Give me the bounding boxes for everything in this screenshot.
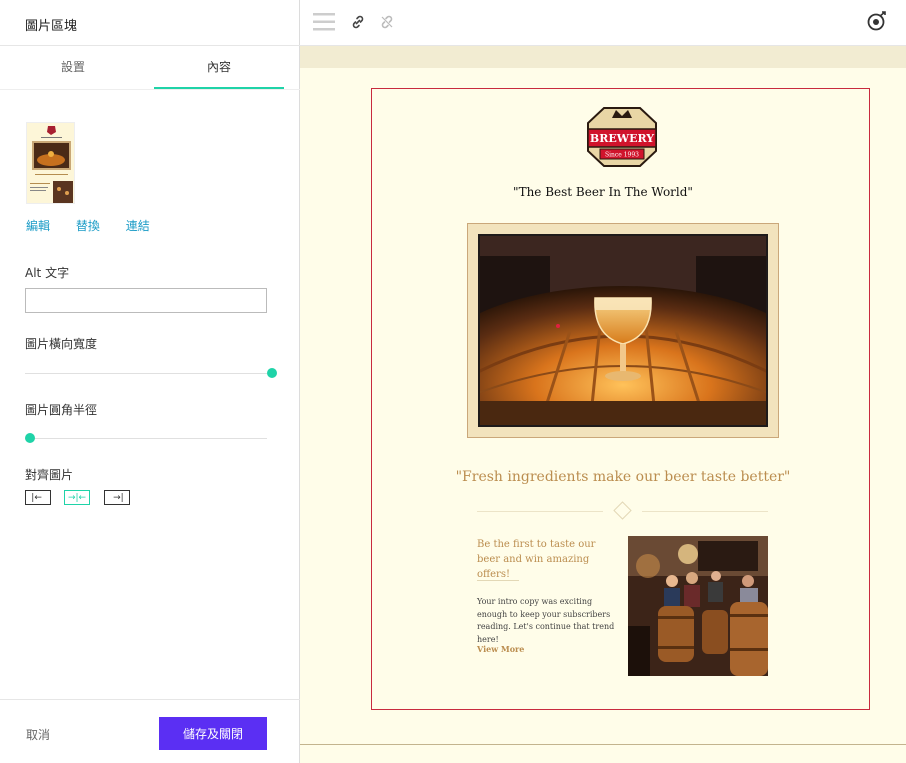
image-width-slider-handle[interactable]	[267, 368, 277, 378]
align-center-button[interactable]: →|←	[64, 490, 90, 505]
alt-text-input[interactable]	[25, 288, 267, 313]
align-center-icon: →|←	[67, 492, 87, 503]
link-image-link[interactable]: 連結	[126, 219, 150, 233]
panel-footer: 取消 儲存及關閉	[0, 699, 300, 763]
tab-settings[interactable]: 設置	[0, 58, 146, 75]
image-thumbnail	[26, 122, 75, 204]
panel-tabs: 設置 內容	[0, 46, 300, 90]
editor-toolbar	[300, 0, 906, 46]
logo-text: BREWERY	[590, 132, 654, 145]
image-radius-slider-handle[interactable]	[25, 433, 35, 443]
replace-image-link[interactable]: 替換	[76, 219, 100, 233]
divider-line-right	[642, 511, 768, 512]
hero-image-frame[interactable]	[467, 223, 779, 438]
image-width-slider-track[interactable]	[25, 373, 267, 374]
align-left-icon: |←	[31, 492, 45, 503]
image-radius-label: 圖片圓角半徑	[25, 403, 98, 417]
cancel-button[interactable]: 取消	[26, 726, 50, 743]
save-and-close-button[interactable]: 儲存及關閉	[159, 717, 267, 750]
panel-header: 圖片區塊	[0, 0, 300, 46]
promo-title: Be the first to taste our beer and win a…	[477, 539, 596, 580]
align-right-button[interactable]: →|	[104, 490, 130, 505]
panel-title: 圖片區塊	[25, 19, 78, 34]
promo-separator	[477, 580, 519, 581]
brewery-logo: BREWERY Since 1993	[586, 105, 658, 173]
divider-line-left	[477, 511, 603, 512]
app-logo-icon[interactable]	[866, 10, 888, 36]
active-tab-indicator	[154, 87, 284, 89]
alt-text-label: Alt 文字	[25, 266, 70, 280]
align-left-button[interactable]: |←	[25, 490, 51, 505]
link-icon[interactable]	[350, 14, 366, 34]
align-right-icon: →|	[110, 492, 124, 503]
tagline: "The Best Beer In The World"	[513, 185, 693, 199]
hero-image	[478, 234, 768, 427]
canvas-bottom-border	[300, 744, 906, 745]
align-image-label: 對齊圖片	[25, 468, 74, 482]
quote-heading: "Fresh ingredients make our beer taste b…	[455, 469, 791, 485]
menu-icon[interactable]	[313, 12, 335, 36]
image-actions: 編輯 替換 連結	[26, 217, 172, 234]
image-radius-slider-track[interactable]	[25, 438, 267, 439]
canvas-top-band	[300, 46, 906, 68]
email-canvas: BREWERY Since 1993 "The Best Beer In The…	[300, 0, 906, 763]
tab-content[interactable]: 內容	[154, 58, 284, 75]
unlink-icon[interactable]	[379, 14, 395, 34]
pub-photo	[628, 536, 768, 676]
intro-copy: Your intro copy was exciting enough to k…	[477, 597, 615, 644]
logo-since-text: Since 1993	[605, 152, 639, 159]
image-width-label: 圖片橫向寬度	[25, 337, 98, 351]
edit-image-link[interactable]: 編輯	[26, 219, 50, 233]
settings-panel: 圖片區塊 設置 內容 編輯 替換 連結 Alt 文字 圖片橫向寬度 圖片圓角半徑…	[0, 0, 300, 763]
view-more-link[interactable]: View More	[477, 644, 524, 654]
